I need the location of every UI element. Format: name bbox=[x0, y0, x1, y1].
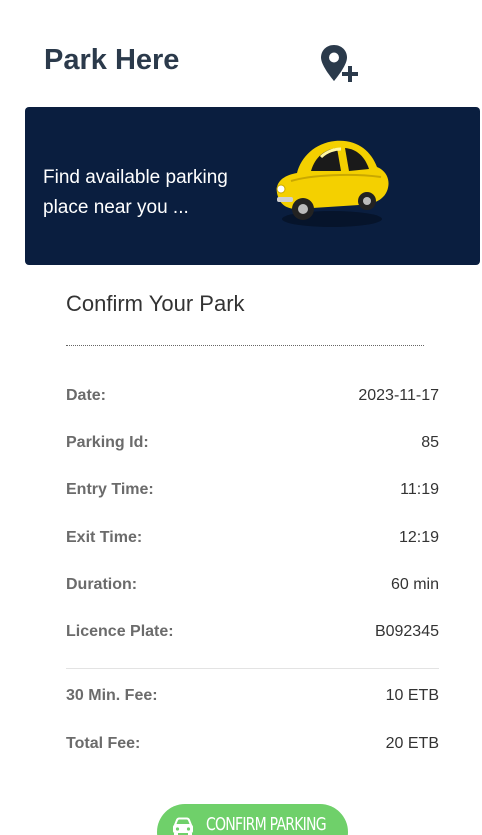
car-icon bbox=[173, 817, 193, 835]
fee-value: 20 ETB bbox=[385, 735, 439, 752]
detail-value: B092345 bbox=[374, 623, 439, 640]
confirm-parking-button[interactable]: CONFIRM PARKING bbox=[157, 804, 348, 835]
detail-value: 2023-11-17 bbox=[358, 387, 439, 404]
park-here-page: Park Here Find available parking place n… bbox=[0, 0, 482, 835]
detail-row-parking-id: Parking Id: 85 bbox=[66, 434, 439, 456]
fee-divider bbox=[66, 668, 439, 669]
confirm-parking-label: CONFIRM PARKING bbox=[206, 814, 327, 835]
detail-label: Entry Time: bbox=[66, 481, 154, 498]
detail-label: Exit Time: bbox=[66, 529, 143, 546]
detail-value: 60 min bbox=[390, 576, 439, 593]
detail-label: Duration: bbox=[66, 576, 138, 593]
detail-label: Licence Plate: bbox=[66, 623, 174, 640]
dotted-divider bbox=[66, 345, 424, 346]
yellow-toy-car-image bbox=[276, 140, 389, 227]
hero-text: Find available parking place near you ..… bbox=[43, 167, 228, 218]
hero-banner: Find available parking place near you ..… bbox=[25, 107, 480, 265]
detail-row-entry-time: Entry Time: 11:19 bbox=[66, 481, 439, 503]
fee-row-30-min: 30 Min. Fee: 10 ETB bbox=[66, 687, 439, 709]
detail-row-licence-plate: Licence Plate: B092345 bbox=[66, 623, 439, 645]
map-pin-plus-icon bbox=[321, 45, 358, 82]
confirm-title: Confirm Your Park bbox=[66, 291, 245, 316]
detail-value: 85 bbox=[421, 434, 439, 451]
detail-value: 11:19 bbox=[400, 481, 439, 498]
page-title: Park Here bbox=[44, 44, 180, 76]
detail-row-date: Date: 2023-11-17 bbox=[66, 387, 439, 409]
detail-label: Date: bbox=[66, 387, 107, 404]
detail-row-duration: Duration: 60 min bbox=[66, 576, 439, 598]
detail-value: 12:19 bbox=[398, 529, 439, 546]
detail-row-exit-time: Exit Time: 12:19 bbox=[66, 529, 439, 551]
fee-label: Total Fee: bbox=[66, 735, 141, 752]
detail-label: Parking Id: bbox=[66, 434, 149, 451]
fee-row-total: Total Fee: 20 ETB bbox=[66, 735, 439, 757]
fee-label: 30 Min. Fee: bbox=[66, 687, 158, 704]
add-location-button[interactable] bbox=[318, 44, 362, 84]
fee-value: 10 ETB bbox=[385, 687, 439, 704]
